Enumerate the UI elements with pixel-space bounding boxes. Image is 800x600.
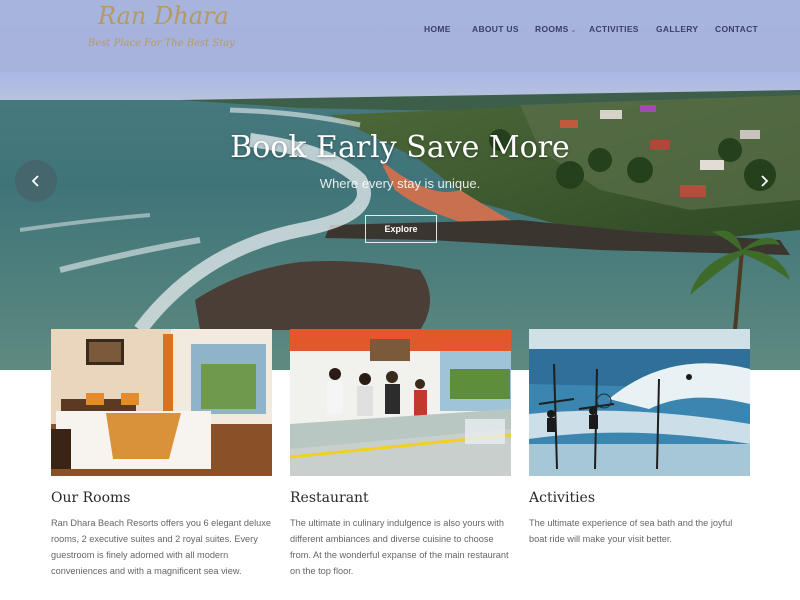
card-text: The ultimate in culinary indulgence is a… (290, 518, 509, 576)
card-title: Our Rooms (51, 490, 131, 506)
card-text: Ran Dhara Beach Resorts offers you 6 ele… (51, 518, 271, 576)
activities-image[interactable] (529, 329, 750, 476)
card-title: Restaurant (290, 490, 369, 506)
hero-subtitle: Where every stay is unique. (319, 176, 481, 191)
slider-next-button[interactable] (743, 160, 785, 202)
nav-contact[interactable]: CONTACT (715, 24, 758, 34)
nav-about-us[interactable]: ABOUT US (472, 24, 519, 34)
nav-rooms[interactable]: ROOMS (535, 24, 569, 34)
rooms-image[interactable] (51, 329, 272, 476)
chevron-right-icon (761, 175, 769, 187)
site-logo[interactable]: Ran Dhara Best Place For The Best Stay (88, 0, 238, 72)
chevron-left-icon (31, 175, 39, 187)
hero-title: Book Early Save More (230, 130, 570, 165)
nav-activities[interactable]: ACTIVITIES (589, 24, 639, 34)
chevron-down-icon: ⌄ (570, 25, 577, 34)
card-title: Activities (529, 490, 596, 506)
nav-home[interactable]: HOME (424, 24, 451, 34)
card-text: The ultimate experience of sea bath and … (529, 518, 733, 544)
logo-tagline: Best Place For The Best Stay (88, 38, 235, 49)
logo-title: Ran Dhara (98, 2, 229, 30)
slider-prev-button[interactable] (15, 160, 57, 202)
restaurant-image[interactable] (290, 329, 511, 476)
explore-button[interactable]: Explore (365, 215, 437, 243)
nav-gallery[interactable]: GALLERY (656, 24, 698, 34)
site-header: Ran Dhara Best Place For The Best Stay H… (0, 0, 800, 72)
